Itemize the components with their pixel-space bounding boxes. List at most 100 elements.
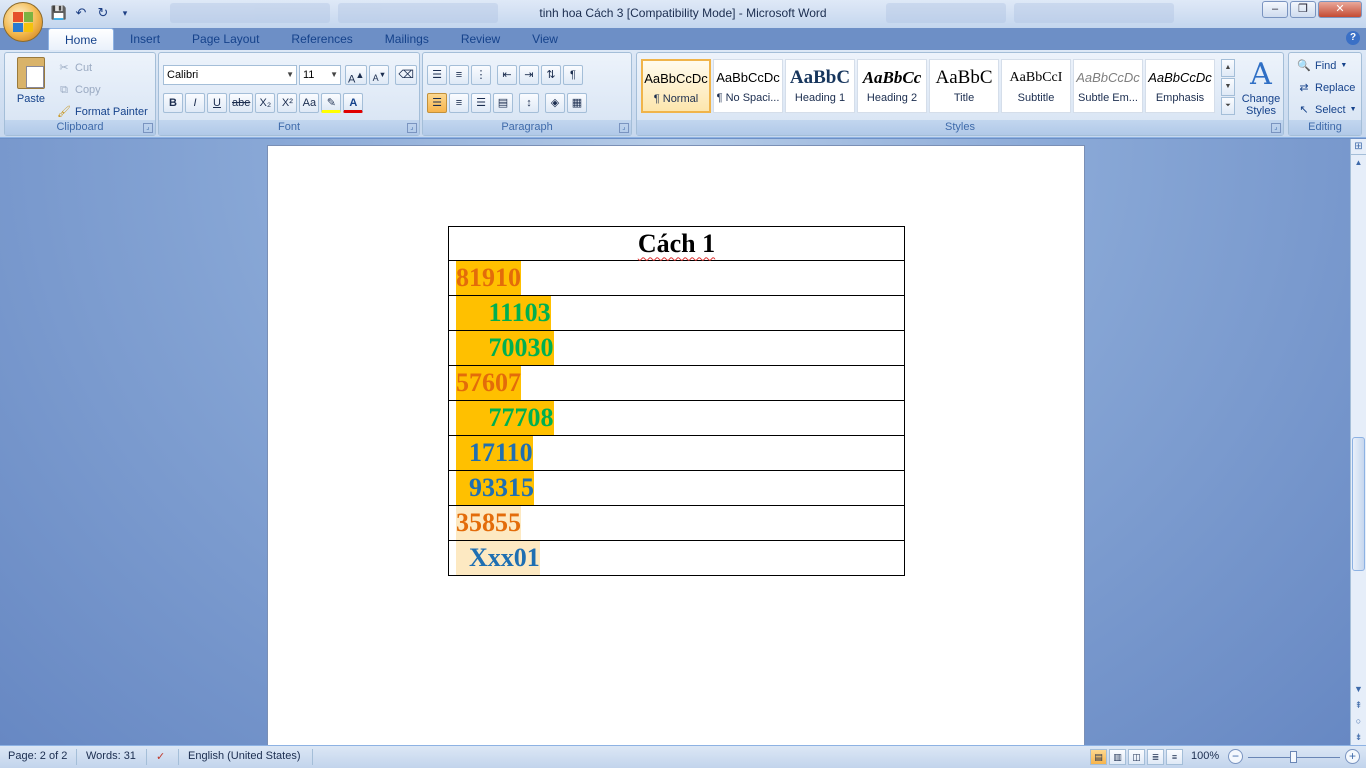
gallery-down-button[interactable]: ▼ xyxy=(1221,78,1235,96)
help-icon[interactable]: ? xyxy=(1346,31,1360,45)
copy-icon: ⧉ xyxy=(60,84,68,96)
superscript-button[interactable]: X² xyxy=(277,93,298,113)
copy-button[interactable]: ⧉ Copy xyxy=(57,79,148,101)
gallery-up-button[interactable]: ▲ xyxy=(1221,59,1235,77)
outline-view-icon[interactable]: ≣ xyxy=(1147,749,1164,765)
font-name-box[interactable]: Calibri ▼ xyxy=(163,65,297,85)
borders-button[interactable]: ▦ xyxy=(567,93,587,113)
numbering-button[interactable]: ≡ xyxy=(449,65,469,85)
font-color-button[interactable]: A xyxy=(343,93,364,113)
strikethrough-button[interactable]: abe xyxy=(229,93,254,113)
styles-dialog-launcher[interactable]: ⌟ xyxy=(1271,123,1281,133)
tab-references[interactable]: References xyxy=(275,28,368,50)
word-count[interactable]: Words: 31 xyxy=(86,750,136,762)
paste-button[interactable]: Paste xyxy=(11,57,51,115)
select-button[interactable]: ↖ Select ▼ xyxy=(1289,99,1356,121)
minimize-button[interactable]: – xyxy=(1262,1,1288,18)
subscript-button[interactable]: X₂ xyxy=(255,93,276,113)
table-cell[interactable]: 77708 xyxy=(448,400,905,436)
table-cell[interactable]: 70030 xyxy=(448,330,905,366)
style-title[interactable]: AaBbC Title xyxy=(929,59,999,113)
decrease-indent-button[interactable]: ⇤ xyxy=(497,65,517,85)
clipboard-dialog-launcher[interactable]: ⌟ xyxy=(143,123,153,133)
tab-home[interactable]: Home xyxy=(48,28,115,50)
bold-button[interactable]: B xyxy=(163,93,183,113)
number-value: 11103 xyxy=(456,296,551,330)
align-left-button[interactable]: ☰ xyxy=(427,93,447,113)
style-heading-1[interactable]: AaBbC Heading 1 xyxy=(785,59,855,113)
print-layout-view-icon[interactable]: ▤ xyxy=(1090,749,1107,765)
replace-button[interactable]: ⇄ Replace xyxy=(1289,77,1357,99)
tab-page-layout[interactable]: Page Layout xyxy=(176,28,275,50)
style-heading-2[interactable]: AaBbCc Heading 2 xyxy=(857,59,927,113)
shading-button[interactable]: ◈ xyxy=(545,93,565,113)
cut-button[interactable]: ✂ Cut xyxy=(57,57,148,79)
office-button[interactable] xyxy=(3,2,43,42)
language-status[interactable]: English (United States) xyxy=(188,750,301,762)
close-button[interactable]: ✕ xyxy=(1318,1,1362,18)
next-page-icon[interactable]: ⇟ xyxy=(1351,729,1366,745)
page-count[interactable]: Page: 2 of 2 xyxy=(8,750,67,762)
browse-object-icon[interactable]: ○ xyxy=(1351,713,1366,729)
change-case-button[interactable]: Aa xyxy=(299,93,320,113)
tab-review[interactable]: Review xyxy=(445,28,516,50)
style-subtitle[interactable]: AaBbCcI Subtitle xyxy=(1001,59,1071,113)
full-screen-reading-icon[interactable]: ▥ xyxy=(1109,749,1126,765)
table-cell[interactable]: 35855 xyxy=(448,505,905,541)
table-cell[interactable]: Xxx01 xyxy=(448,540,905,576)
table-cell[interactable]: 93315 xyxy=(448,470,905,506)
style-emphasis[interactable]: AaBbCcDc Emphasis xyxy=(1145,59,1215,113)
editing-group-label: Editing xyxy=(1289,120,1361,135)
highlight-button[interactable]: ✎ xyxy=(321,93,342,113)
find-button[interactable]: 🔍 Find ▼ xyxy=(1289,55,1357,77)
tab-mailings[interactable]: Mailings xyxy=(369,28,445,50)
table-header-cell[interactable]: Cách 1 xyxy=(448,226,905,261)
zoom-in-button[interactable]: + xyxy=(1345,749,1360,764)
style-no-spacing[interactable]: AaBbCcDc ¶ No Spaci... xyxy=(713,59,783,113)
status-separator xyxy=(146,749,147,765)
underline-button[interactable]: U xyxy=(207,93,227,113)
line-spacing-button[interactable]: ↕ xyxy=(519,93,539,113)
multilevel-list-button[interactable]: ⋮ xyxy=(471,65,491,85)
binoculars-icon: 🔍 xyxy=(1297,60,1311,72)
align-center-button[interactable]: ≡ xyxy=(449,93,469,113)
zoom-slider-thumb[interactable] xyxy=(1290,751,1297,763)
paragraph-dialog-launcher[interactable]: ⌟ xyxy=(619,123,629,133)
table-cell[interactable]: 81910 xyxy=(448,260,905,296)
web-layout-icon[interactable]: ◫ xyxy=(1128,749,1145,765)
font-dialog-launcher[interactable]: ⌟ xyxy=(407,123,417,133)
show-formatting-button[interactable]: ¶ xyxy=(563,65,583,85)
bullets-button[interactable]: ☰ xyxy=(427,65,447,85)
font-size-box[interactable]: 11 ▼ xyxy=(299,65,341,85)
table-cell[interactable]: 57607 xyxy=(448,365,905,401)
change-styles-button[interactable]: A Change Styles xyxy=(1239,57,1283,117)
gallery-more-button[interactable]: ⏷ xyxy=(1221,97,1235,115)
previous-page-icon[interactable]: ⇞ xyxy=(1351,697,1366,713)
italic-button[interactable]: I xyxy=(185,93,205,113)
style-normal[interactable]: AaBbCcDc ¶ Normal xyxy=(641,59,711,113)
grow-font-button[interactable]: A▲ xyxy=(345,65,368,86)
table-cell[interactable]: 11103 xyxy=(448,295,905,331)
scroll-down-button[interactable]: ▼ xyxy=(1351,681,1366,697)
align-right-button[interactable]: ☰ xyxy=(471,93,491,113)
tab-view[interactable]: View xyxy=(516,28,574,50)
maximize-button[interactable]: ❐ xyxy=(1290,1,1316,18)
shrink-font-button[interactable]: A▼ xyxy=(369,65,390,85)
tab-insert[interactable]: Insert xyxy=(114,28,176,50)
zoom-level[interactable]: 100% xyxy=(1191,750,1219,762)
increase-indent-button[interactable]: ⇥ xyxy=(519,65,539,85)
draft-view-icon[interactable]: ≡ xyxy=(1166,749,1183,765)
zoom-out-button[interactable]: − xyxy=(1228,749,1243,764)
proofing-icon[interactable]: ✓ xyxy=(156,750,165,763)
vertical-scrollbar[interactable]: ⊞ ▲ ▼ ⇞ ○ ⇟ xyxy=(1350,139,1366,745)
sort-button[interactable]: ⇅ xyxy=(541,65,561,85)
scroll-thumb[interactable] xyxy=(1352,437,1365,571)
scroll-up-button[interactable]: ▲ xyxy=(1351,155,1366,171)
table-cell[interactable]: 17110 xyxy=(448,435,905,471)
justify-button[interactable]: ▤ xyxy=(493,93,513,113)
number-table: Cách 1 81910 11103 70030 57607 77708 171… xyxy=(448,226,905,576)
clear-formatting-button[interactable]: ⌫ xyxy=(395,65,417,85)
document-page[interactable]: Cách 1 81910 11103 70030 57607 77708 171… xyxy=(267,145,1085,745)
view-ruler-icon[interactable]: ⊞ xyxy=(1351,139,1366,155)
style-subtle-emphasis[interactable]: AaBbCcDc Subtle Em... xyxy=(1073,59,1143,113)
